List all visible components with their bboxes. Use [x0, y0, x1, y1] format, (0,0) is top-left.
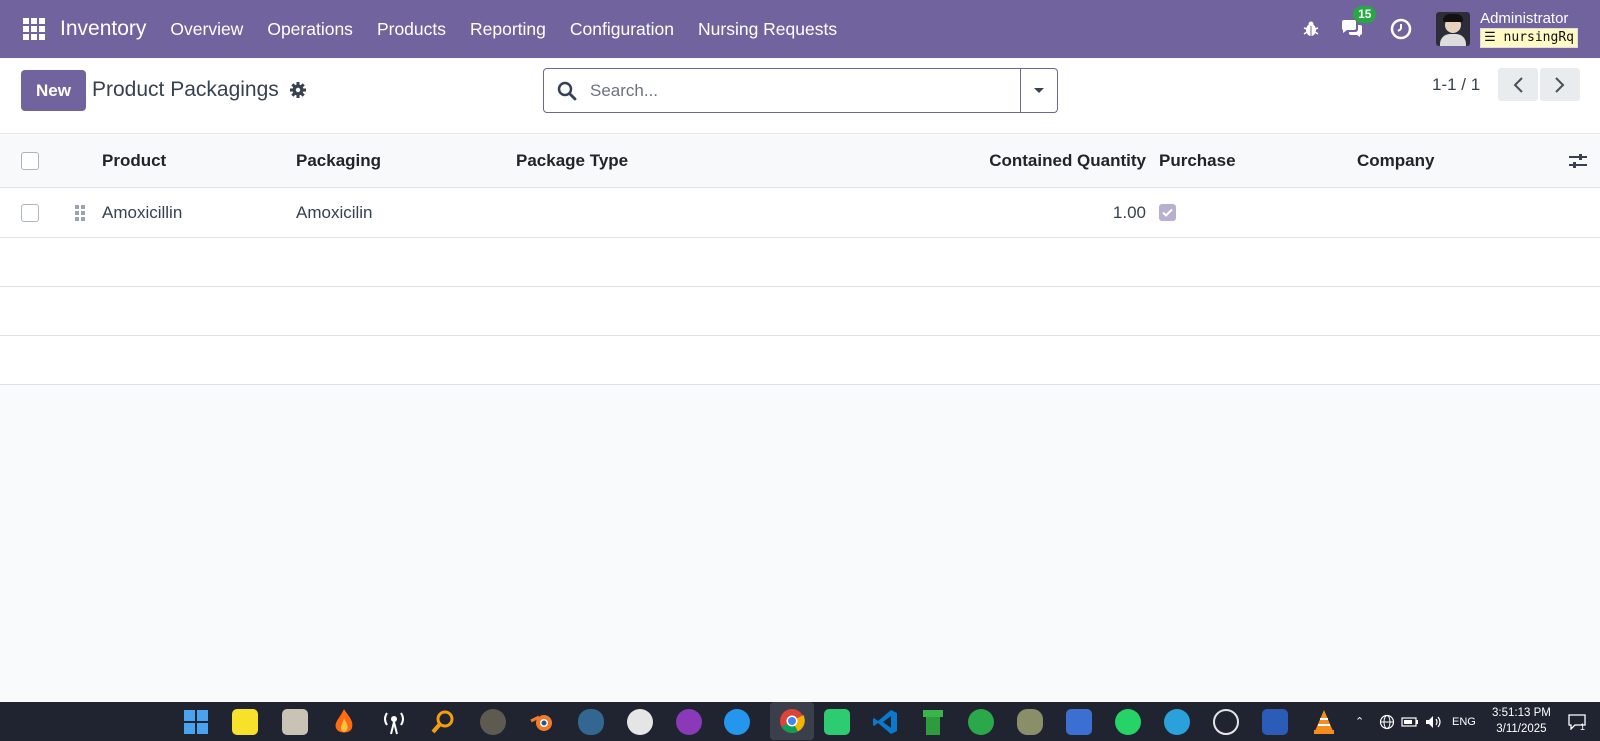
pager-previous-button[interactable]	[1498, 68, 1538, 101]
battery-icon[interactable]	[1401, 702, 1419, 741]
whatsapp-icon[interactable]	[1113, 707, 1143, 737]
search-bar	[543, 68, 1058, 113]
header-contained-quantity[interactable]: Contained Quantity	[989, 135, 1146, 187]
vscode-icon[interactable]	[870, 707, 900, 737]
telegram-icon[interactable]	[1162, 707, 1192, 737]
search-options-toggle[interactable]	[1020, 69, 1057, 112]
postgresql-icon[interactable]	[576, 707, 606, 737]
everything-search-icon[interactable]	[625, 707, 655, 737]
language-indicator[interactable]: ENG	[1452, 702, 1476, 741]
header-purchase[interactable]: Purchase	[1159, 135, 1236, 187]
new-button[interactable]: New	[21, 70, 86, 111]
blender-icon[interactable]	[527, 707, 557, 737]
nav-configuration[interactable]: Configuration	[570, 19, 674, 40]
caret-down-icon	[1034, 87, 1044, 93]
network-globe-icon[interactable]	[1379, 702, 1395, 741]
header-packaging[interactable]: Packaging	[296, 135, 381, 187]
control-panel: New Product Packagings 1-1 / 1	[0, 58, 1600, 134]
warp-pipe-icon[interactable]	[918, 707, 948, 737]
clock-time: 3:51:13 PM	[1492, 707, 1551, 719]
header-package-type[interactable]: Package Type	[516, 135, 628, 187]
cell-product[interactable]: Amoxicillin	[102, 188, 182, 237]
database-name-badge: ☰ nursingRq	[1480, 27, 1578, 48]
mockups-icon[interactable]	[1015, 707, 1045, 737]
windows-start-icon[interactable]	[181, 707, 211, 737]
gear-icon[interactable]	[289, 81, 307, 99]
user-avatar[interactable]	[1436, 12, 1471, 46]
header-product[interactable]: Product	[102, 135, 166, 187]
search-icon	[544, 69, 590, 112]
header-company[interactable]: Company	[1357, 135, 1434, 187]
page-title: Product Packagings	[92, 78, 279, 101]
sticky-notes-icon[interactable]	[230, 707, 260, 737]
system-clock[interactable]: 3:51:13 PM 3/11/2025	[1492, 705, 1551, 737]
empty-row	[0, 238, 1600, 287]
pager-next-button[interactable]	[1540, 68, 1580, 101]
empty-row	[0, 336, 1600, 385]
table-header: Product Packaging Package Type Contained…	[0, 135, 1600, 188]
wifi-analyzer-icon[interactable]	[379, 707, 409, 737]
sliders-icon	[1569, 154, 1587, 168]
tray-chevron-up-icon[interactable]: ⌃	[1355, 702, 1364, 741]
activity-clock-icon[interactable]	[1389, 17, 1413, 41]
github-desktop-icon[interactable]	[674, 707, 704, 737]
empty-row	[0, 287, 1600, 336]
purchase-checkbox[interactable]	[1159, 204, 1176, 221]
nav-products[interactable]: Products	[377, 19, 446, 40]
gimp-icon[interactable]	[478, 707, 508, 737]
cell-purchase	[1159, 188, 1176, 237]
row-select-cell	[21, 188, 39, 237]
top-navbar: Inventory Overview Operations Products R…	[0, 0, 1600, 58]
packagings-table: Product Packaging Package Type Contained…	[0, 135, 1600, 385]
nav-overview[interactable]: Overview	[170, 19, 243, 40]
checkmark-icon	[1162, 208, 1173, 217]
chevron-right-icon	[1555, 76, 1565, 93]
clock-date: 3/11/2025	[1496, 723, 1547, 735]
docker-icon[interactable]	[722, 707, 752, 737]
nav-nursing-requests[interactable]: Nursing Requests	[698, 19, 837, 40]
os-taskbar: ⌃ ENG 3:51:13 PM 3/11/2025 1	[0, 702, 1600, 741]
optional-columns-toggle[interactable]	[1568, 135, 1588, 187]
drag-handle-cell	[75, 188, 85, 237]
database-name: nursingRq	[1503, 29, 1574, 45]
firebase-icon[interactable]	[329, 707, 359, 737]
messages-chat-icon[interactable]: 15	[1340, 6, 1377, 41]
word-icon[interactable]	[1260, 707, 1290, 737]
greenshot-icon[interactable]	[822, 707, 852, 737]
gear-app-icon[interactable]	[966, 707, 996, 737]
debug-bug-icon[interactable]	[1299, 17, 1323, 41]
user-name: Administrator	[1480, 9, 1569, 27]
notifications-icon[interactable]: 1	[1568, 702, 1586, 741]
table-row[interactable]: Amoxicillin Amoxicilin 1.00	[0, 188, 1600, 238]
app-name[interactable]: Inventory	[60, 17, 146, 41]
search-input[interactable]	[590, 69, 1020, 112]
cell-contained-quantity[interactable]: 1.00	[1113, 188, 1146, 237]
file-manager-icon[interactable]	[280, 707, 310, 737]
select-all-cell	[21, 135, 39, 187]
grid-app-icon[interactable]	[1064, 707, 1094, 737]
messages-count-badge: 15	[1353, 6, 1377, 23]
nav-reporting[interactable]: Reporting	[470, 19, 546, 40]
user-menu[interactable]: Administrator ☰ nursingRq	[1480, 9, 1578, 48]
chevron-left-icon	[1513, 76, 1523, 93]
row-checkbox[interactable]	[21, 203, 39, 222]
volume-icon[interactable]	[1425, 702, 1443, 741]
search-tool-icon[interactable]	[428, 707, 458, 737]
drag-handle-icon[interactable]	[75, 204, 85, 221]
database-icon: ☰	[1484, 29, 1496, 45]
chrome-icon[interactable]	[770, 702, 814, 740]
notification-count: 1	[1580, 721, 1586, 732]
nav-operations[interactable]: Operations	[267, 19, 353, 40]
select-all-checkbox[interactable]	[21, 152, 39, 170]
pager-value[interactable]: 1-1 / 1	[1432, 75, 1480, 95]
cell-packaging[interactable]: Amoxicilin	[296, 188, 373, 237]
wordpress-icon[interactable]	[1211, 707, 1241, 737]
app-menu-icon[interactable]	[23, 18, 45, 40]
vlc-icon[interactable]	[1309, 707, 1339, 737]
